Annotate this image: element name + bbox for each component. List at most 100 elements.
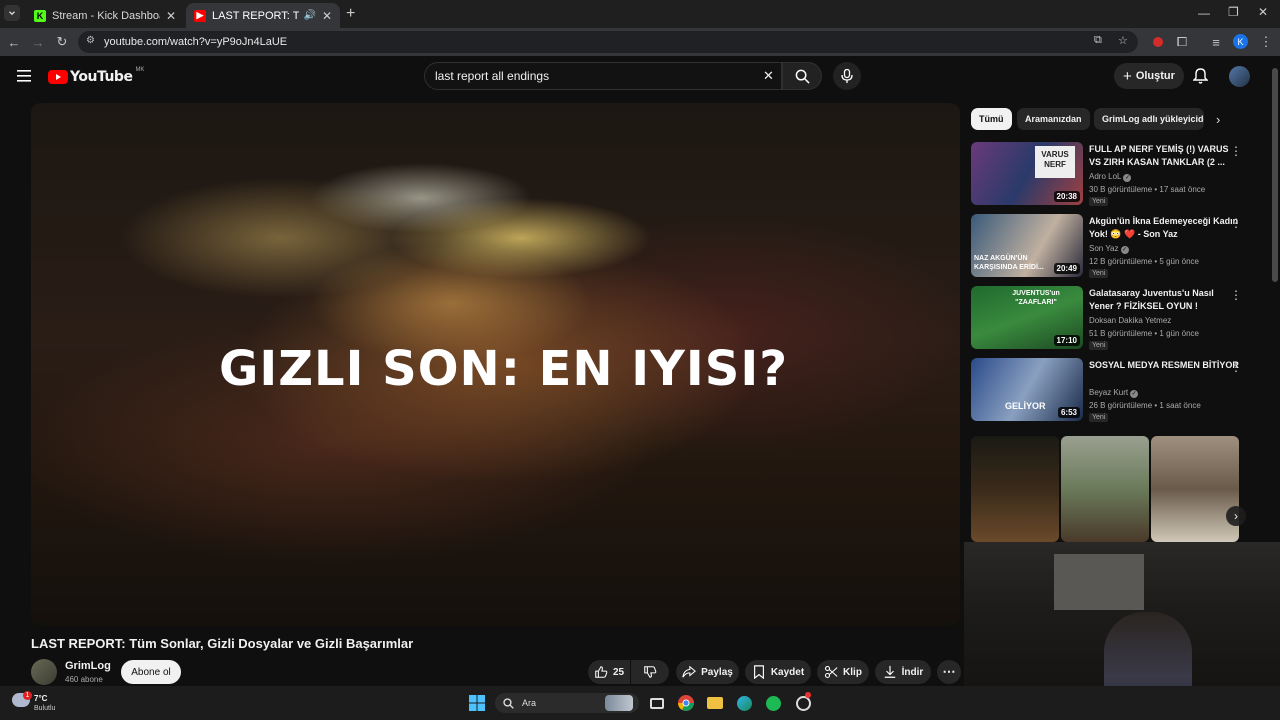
like-button[interactable]: 25 [588,660,630,684]
window-close-icon[interactable]: ✕ [1258,5,1268,19]
channel-avatar[interactable] [31,659,57,685]
more-vertical-icon[interactable]: ⋮ [1230,144,1242,158]
webcam-window-shape [1054,554,1144,610]
more-actions-button[interactable]: ⋯ [937,660,961,684]
tab-close-icon[interactable]: ✕ [166,9,176,23]
site-info-icon[interactable]: ⚙ [86,35,95,46]
search-input[interactable]: last report all endings ✕ [424,62,782,90]
recommendation-item[interactable]: GELİYOR 6:53 SOSYAL MEDYA RESMEN BİTİYOR… [971,358,1242,422]
rec-channel: Doksan Dakika Yetmez [1089,316,1172,325]
hamburger-menu-icon[interactable] [17,69,31,87]
channel-name[interactable]: GrimLog [65,660,111,672]
short-thumbnail[interactable] [1151,436,1239,542]
short-thumbnail[interactable] [1061,436,1149,542]
thumb-text: VARUS NERF [1035,146,1075,178]
spotify-icon[interactable] [764,694,782,712]
obs-icon[interactable] [794,692,812,712]
scrollbar-thumb[interactable] [1272,68,1278,282]
chip-from-uploader[interactable]: GrimLog adlı yükleyicide [1094,108,1204,130]
edge-icon[interactable] [735,694,753,712]
rec-title: Galatasaray Juventus'u Nasıl Yener ? FİZ… [1089,288,1214,311]
minimize-icon[interactable]: — [1198,6,1210,20]
verified-icon: ✓ [1120,246,1129,254]
chevron-right-icon[interactable]: › [1216,112,1220,127]
new-tab-icon[interactable]: + [346,5,355,23]
media-control-icon[interactable]: ≡ [1208,34,1224,50]
download-button[interactable]: İndir [875,660,931,684]
notifications-bell-icon[interactable] [1192,68,1209,89]
thumb-text: GELİYOR [1005,401,1046,411]
tab-youtube-video[interactable]: ▶ LAST REPORT: Tüm Sonlar, 🔊 ✕ [186,3,340,28]
url-text: youtube.com/watch?v=yP9oJn4LaUE [104,36,288,48]
voice-search-button[interactable] [833,62,861,90]
more-vertical-icon[interactable]: ⋮ [1230,360,1242,374]
extension-red-icon[interactable] [1150,34,1166,50]
task-view-icon[interactable] [648,694,666,712]
kick-favicon-icon: K [34,9,46,22]
windows-taskbar: 1 7°C Bulutlu Ara [0,686,1280,720]
search-icon [795,69,810,84]
taskbar-search-box[interactable]: Ara [495,693,639,713]
subscribe-button[interactable]: Abone ol [121,660,181,684]
browser-tab-strip: K Stream - Kick Dashboard ✕ ▶ LAST REPOR… [0,0,1280,28]
search-button[interactable] [782,62,822,90]
thumb-text: JUVENTUS'un "ZAAFLARI" [1012,290,1060,306]
plus-icon: + [1123,67,1132,85]
clip-button[interactable]: Klip [817,660,869,684]
browser-toolbar: ← → ↻ ⚙ youtube.com/watch?v=yP9oJn4LaUE … [0,28,1280,56]
restore-icon[interactable]: ❐ [1228,5,1239,19]
reload-icon[interactable]: ↻ [54,34,70,50]
tab-close-icon[interactable]: ✕ [322,9,332,23]
short-thumbnail[interactable] [971,436,1059,542]
clear-search-icon[interactable]: ✕ [763,68,774,84]
menu-kebab-icon[interactable]: ⋮ [1258,34,1274,50]
profile-avatar[interactable]: K [1233,34,1248,49]
install-app-icon[interactable]: ⧉ [1094,34,1102,47]
more-vertical-icon[interactable]: ⋮ [1230,288,1242,302]
recommendation-item[interactable]: NAZ AKGÜN'ÜN KARŞISINDA ERİDİ... 20:49 A… [971,214,1242,278]
youtube-logo[interactable]: YouTube MK [48,67,145,85]
verified-icon: ✓ [1123,174,1132,182]
verified-icon: ✓ [1130,390,1139,398]
dislike-button[interactable] [631,660,669,684]
address-bar[interactable]: ⚙ youtube.com/watch?v=yP9oJn4LaUE ⧉ ☆ [78,31,1138,53]
youtube-wordmark: YouTube [70,69,133,85]
thumbs-up-icon [595,666,608,678]
new-badge: Yeni [1089,413,1109,422]
rec-channel: Beyaz Kurt ✓ [1089,388,1139,398]
start-windows-icon[interactable] [468,694,486,712]
more-vertical-icon[interactable]: ⋮ [1230,216,1242,230]
forward-icon[interactable]: → [30,34,46,50]
speaker-icon[interactable]: 🔊 [303,10,315,21]
extensions-puzzle-icon[interactable]: ⧠ [1174,34,1190,50]
download-label: İndir [901,666,924,678]
weather-desc: Bulutlu [34,705,56,712]
video-player[interactable]: GIZLI SON: EN IYISI? [31,103,960,626]
recommendation-item[interactable]: JUVENTUS'un "ZAAFLARI" 17:10 Galatasaray… [971,286,1242,350]
chrome-icon[interactable] [677,694,695,712]
chip-all[interactable]: Tümü [971,108,1012,130]
share-button[interactable]: Paylaş [676,660,739,684]
share-label: Paylaş [701,666,733,678]
new-badge: Yeni [1089,341,1109,350]
download-icon [884,665,895,678]
shorts-next-icon[interactable]: › [1226,506,1246,526]
rec-meta: 51 B görüntüleme • 1 gün önce [1089,329,1199,338]
chip-from-search[interactable]: Aramanızdan [1017,108,1090,130]
rec-channel: Adro LoL ✓ [1089,172,1132,182]
duration-badge: 20:49 [1053,263,1080,274]
create-button[interactable]: + Oluştur [1114,63,1184,89]
bookmark-star-icon[interactable]: ☆ [1118,34,1128,47]
tab-kick-dashboard[interactable]: K Stream - Kick Dashboard ✕ [26,3,184,28]
tab-search-icon[interactable] [4,5,20,21]
youtube-favicon-icon: ▶ [194,9,206,22]
search-highlight-icon [605,695,633,711]
video-thumbnail: GELİYOR 6:53 [971,358,1083,421]
account-avatar[interactable] [1229,66,1250,87]
recommendation-item[interactable]: VARUS NERF 20:38 FULL AP NERF YEMİŞ (!) … [971,142,1242,206]
region-code: MK [135,67,145,73]
back-icon[interactable]: ← [6,34,22,50]
save-button[interactable]: Kaydet [745,660,811,684]
masthead: YouTube MK last report all endings ✕ + O… [0,56,1280,100]
file-explorer-icon[interactable] [706,694,724,712]
